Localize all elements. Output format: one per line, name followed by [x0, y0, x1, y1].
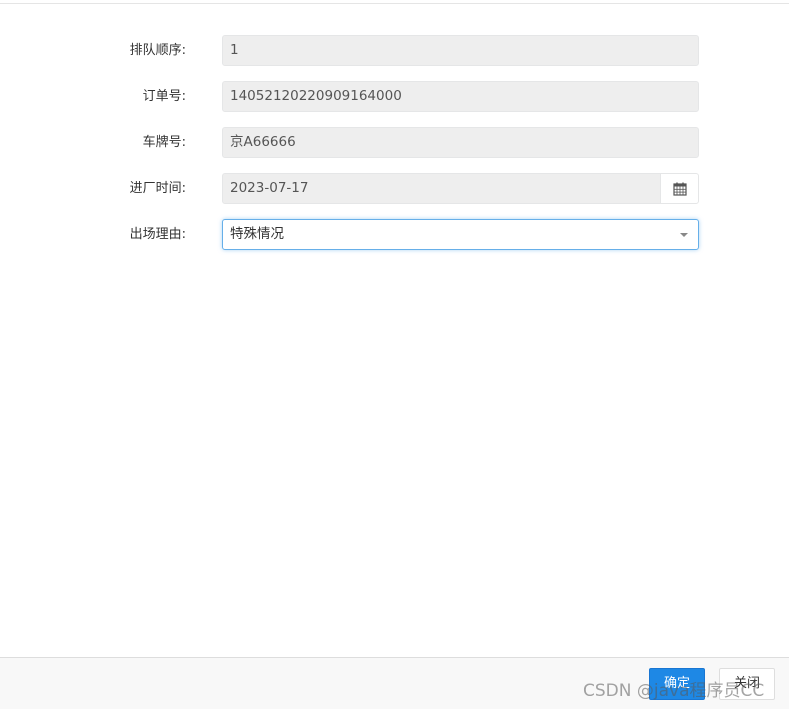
confirm-button[interactable]: 确定: [649, 668, 705, 700]
top-divider: [0, 0, 789, 4]
date-picker-button[interactable]: [660, 173, 699, 204]
exit-form: 排队顺序: 1 订单号: 14052120220909164000 车牌号: 京…: [0, 35, 789, 265]
row-plate-no: 车牌号: 京A66666: [0, 127, 789, 158]
exit-reason-label: 出场理由:: [129, 227, 186, 242]
row-queue-order: 排队顺序: 1: [0, 35, 789, 66]
entry-time-label: 进厂时间:: [129, 181, 186, 196]
exit-reason-select[interactable]: 特殊情况: [222, 219, 699, 250]
plate-no-label: 车牌号:: [142, 135, 186, 150]
row-exit-reason: 出场理由: 特殊情况: [0, 219, 789, 250]
caret-down-icon: [680, 233, 688, 237]
order-no-label: 订单号:: [142, 89, 186, 104]
close-button[interactable]: 关闭: [719, 668, 775, 700]
queue-order-field: 1: [222, 35, 699, 66]
entry-time-field[interactable]: 2023-07-17: [222, 173, 661, 204]
dialog-page: 排队顺序: 1 订单号: 14052120220909164000 车牌号: 京…: [0, 0, 789, 709]
calendar-icon: [672, 182, 687, 196]
row-order-no: 订单号: 14052120220909164000: [0, 81, 789, 112]
order-no-field: 14052120220909164000: [222, 81, 699, 112]
plate-no-field: 京A66666: [222, 127, 699, 158]
dialog-footer: 确定 关闭: [0, 657, 789, 709]
queue-order-label: 排队顺序:: [129, 43, 186, 58]
row-entry-time: 进厂时间: 2023-07-17: [0, 173, 789, 204]
exit-reason-selected: 特殊情况: [230, 226, 284, 242]
